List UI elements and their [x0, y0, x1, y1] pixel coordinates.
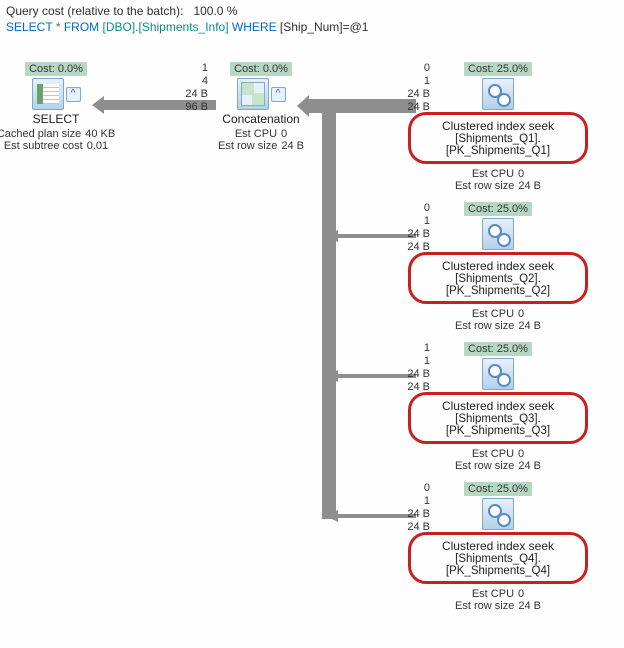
est-rowsize-value: 24 B — [518, 180, 541, 192]
plan-node-seek-q4[interactable]: Cost: 25.0% Clustered index seek [Shipme… — [408, 482, 588, 612]
sql-predicate: [Ship_Num]=@1 — [280, 20, 369, 34]
highlight-box: Clustered index seek [Shipments_Q4].[PK_… — [408, 532, 588, 584]
est-cpu-label: Est CPU — [472, 308, 514, 320]
sql-object: [DBO].[Shipments_Info] — [103, 20, 229, 34]
est-cpu-value: 0 — [518, 448, 524, 460]
node-subtitle: [Shipments_Q4].[PK_Shipments_Q4] — [415, 553, 581, 577]
node-title: Clustered index seek — [415, 539, 581, 553]
cost-badge: Cost: 25.0% — [464, 482, 532, 496]
est-rowsize-label: Est row size — [455, 460, 514, 472]
plan-size-value: 40 KB — [85, 128, 115, 140]
plan-node-seek-q2[interactable]: Cost: 25.0% Clustered index seek [Shipme… — [408, 202, 588, 332]
est-rowsize-label: Est row size — [455, 320, 514, 332]
node-subtitle: [Shipments_Q1].[PK_Shipments_Q1] — [415, 133, 581, 157]
plan-node-select[interactable]: Cost: 0.0% ^ SELECT Cached plan size 40 K… — [0, 62, 146, 152]
est-rowsize-value: 24 B — [518, 460, 541, 472]
highlight-box: Clustered index seek [Shipments_Q1].[PK_… — [408, 112, 588, 164]
sql-star: * — [56, 20, 61, 34]
sql-statement: SELECT * FROM [DBO].[Shipments_Info] WHE… — [6, 20, 618, 34]
est-rowsize-value: 24 B — [518, 600, 541, 612]
est-rowsize-value: 24 B — [281, 140, 304, 152]
highlight-box: Clustered index seek [Shipments_Q3].[PK_… — [408, 392, 588, 444]
cost-badge: Cost: 0.0% — [230, 62, 292, 76]
est-rowsize-value: 24 B — [518, 320, 541, 332]
batch-cost-value: 100.0 % — [193, 4, 237, 18]
subtree-cost-label: Est subtree cost — [4, 140, 83, 152]
node-title: Clustered index seek — [415, 259, 581, 273]
arrow-vertical-bus — [322, 99, 336, 519]
node-title: Concatenation — [222, 112, 299, 126]
cost-badge: Cost: 25.0% — [464, 342, 532, 356]
plan-node-seek-q3[interactable]: Cost: 25.0% Clustered index seek [Shipme… — [408, 342, 588, 472]
est-cpu-label: Est CPU — [472, 168, 514, 180]
batch-cost-header: Query cost (relative to the batch): 100.… — [6, 4, 618, 18]
sql-keyword-where: WHERE — [232, 20, 277, 34]
node-title: Clustered index seek — [415, 399, 581, 413]
index-seek-icon — [482, 218, 514, 250]
index-seek-icon — [482, 78, 514, 110]
node-title: Clustered index seek — [415, 119, 581, 133]
sql-keyword-from: FROM — [64, 20, 99, 34]
est-cpu-value: 0 — [518, 168, 524, 180]
expand-icon[interactable]: ^ — [66, 87, 81, 102]
table-icon — [32, 78, 64, 110]
subtree-cost-value: 0.01 — [87, 140, 108, 152]
highlight-box: Clustered index seek [Shipments_Q2].[PK_… — [408, 252, 588, 304]
est-cpu-value: 0 — [518, 308, 524, 320]
est-rowsize-label: Est row size — [455, 600, 514, 612]
index-seek-icon — [482, 498, 514, 530]
est-rowsize-label: Est row size — [455, 180, 514, 192]
plan-diagram: Cost: 0.0% ^ SELECT Cached plan size40 K… — [6, 42, 616, 634]
expand-icon[interactable]: ^ — [271, 87, 286, 102]
concat-icon — [237, 78, 269, 110]
est-cpu-value: 0 — [518, 588, 524, 600]
est-cpu-label: Est CPU — [472, 448, 514, 460]
est-cpu-label: Est CPU — [235, 128, 277, 140]
cost-badge: Cost: 25.0% — [464, 62, 532, 76]
plan-node-seek-q1[interactable]: Cost: 25.0% Clustered index seek [Shipme… — [408, 62, 588, 192]
sql-keyword-select: SELECT — [6, 20, 52, 34]
est-rowsize-label: Est row size — [218, 140, 277, 152]
batch-cost-label: Query cost (relative to the batch): — [6, 4, 183, 18]
plan-size-label: Cached plan size — [0, 128, 81, 140]
est-cpu-label: Est CPU — [472, 588, 514, 600]
cost-badge: Cost: 25.0% — [464, 202, 532, 216]
est-cpu-value: 0 — [281, 128, 287, 140]
node-subtitle: [Shipments_Q3].[PK_Shipments_Q3] — [415, 413, 581, 437]
node-title: SELECT — [33, 112, 80, 126]
cost-badge: Cost: 0.0% — [25, 62, 87, 76]
plan-node-concatenation[interactable]: Cost: 0.0% ^ Concatenation Est CPU 0 Est … — [171, 62, 351, 152]
index-seek-icon — [482, 358, 514, 390]
node-subtitle: [Shipments_Q2].[PK_Shipments_Q2] — [415, 273, 581, 297]
